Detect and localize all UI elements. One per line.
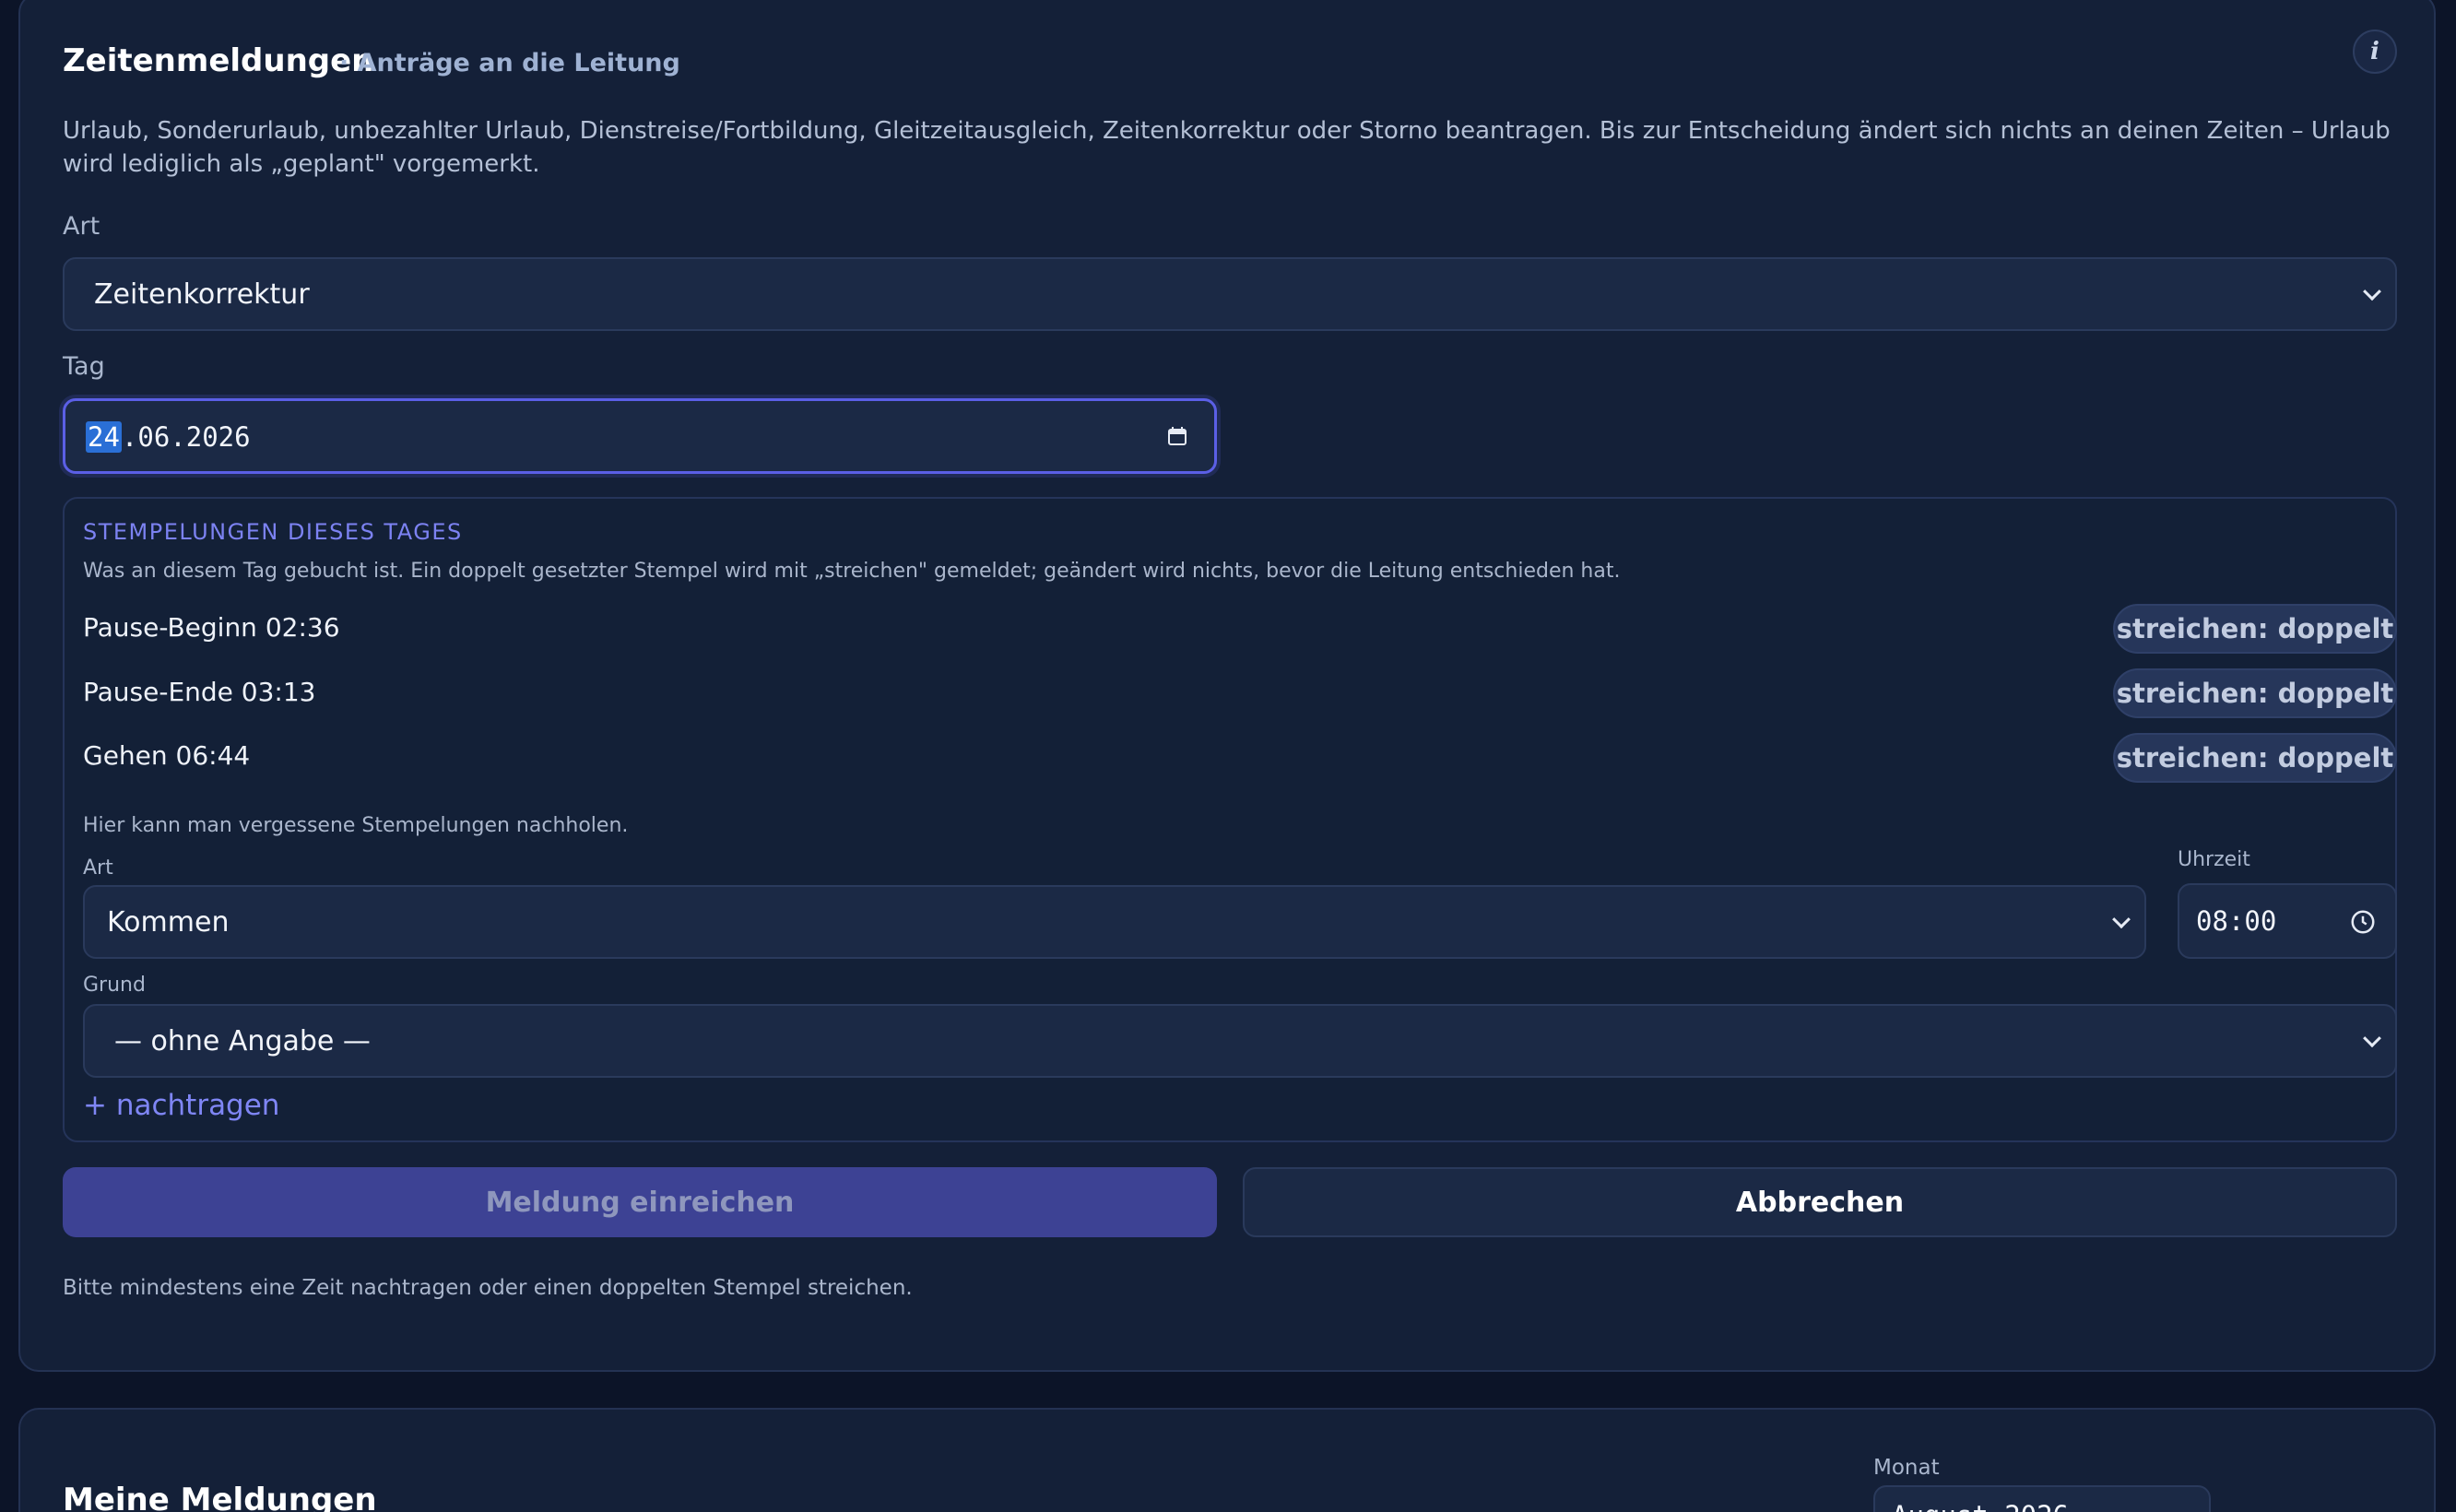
card-subtitle: · Anträge an die Leitung	[339, 49, 680, 77]
chevron-down-icon	[2363, 282, 2381, 301]
tag-label: Tag	[63, 352, 105, 381]
grund-label: Grund	[83, 974, 146, 997]
art-select[interactable]: Zeitenkorrektur	[63, 257, 2397, 331]
stamp-item: Pause-Beginn 02:36	[83, 612, 340, 643]
date-rest-segment: .06.2026	[121, 421, 251, 453]
date-input[interactable]: 24.06.2026	[63, 398, 1217, 474]
month-input[interactable]: August 2026	[1873, 1485, 2211, 1512]
strike-duplicate-button[interactable]: streichen: doppelt	[2113, 604, 2397, 654]
info-icon[interactable]: i	[2353, 30, 2397, 74]
time-label: Uhrzeit	[2178, 848, 2250, 871]
card-title: Zeitenmeldungen	[63, 42, 374, 79]
time-input[interactable]: 08:00	[2178, 883, 2397, 959]
art-label: Art	[63, 212, 100, 241]
strike-duplicate-button[interactable]: streichen: doppelt	[2113, 668, 2397, 718]
grund-select-value: — ohne Angabe —	[114, 1024, 371, 1057]
stamps-explanation: Was an diesem Tag gebucht ist. Ein doppe…	[83, 560, 1621, 583]
my-reports-title: Meine Meldungen	[63, 1482, 377, 1512]
validation-hint: Bitte mindestens eine Zeit nachtragen od…	[63, 1276, 913, 1300]
my-reports-card: Meine Meldungen Monat August 2026	[18, 1408, 2436, 1512]
add-art-label: Art	[83, 856, 113, 880]
date-day-segment[interactable]: 24	[86, 421, 122, 453]
stamp-item: Pause-Ende 03:13	[83, 677, 316, 707]
calendar-icon[interactable]	[1166, 425, 1188, 447]
month-input-value: August 2026	[1892, 1500, 2069, 1512]
cancel-button[interactable]: Abbrechen	[1243, 1167, 2397, 1237]
add-stamp-hint: Hier kann man vergessene Stempelungen na…	[83, 814, 629, 837]
time-report-card: Zeitenmeldungen · Anträge an die Leitung…	[18, 0, 2436, 1372]
stamps-panel: STEMPELUNGEN DIESES TAGES Was an diesem …	[63, 497, 2397, 1142]
month-label: Monat	[1873, 1456, 1940, 1480]
submit-button[interactable]: Meldung einreichen	[63, 1167, 1217, 1237]
clock-icon[interactable]	[2349, 908, 2377, 936]
stamps-heading: STEMPELUNGEN DIESES TAGES	[83, 519, 463, 545]
grund-select[interactable]: — ohne Angabe —	[83, 1004, 2397, 1078]
chevron-down-icon	[2363, 1029, 2381, 1048]
chevron-down-icon	[2112, 910, 2131, 929]
strike-duplicate-button[interactable]: streichen: doppelt	[2113, 733, 2397, 783]
card-description: Urlaub, Sonderurlaub, unbezahlter Urlaub…	[63, 117, 2391, 178]
time-input-value: 08:00	[2196, 905, 2277, 937]
stamp-item: Gehen 06:44	[83, 740, 251, 771]
add-art-select[interactable]: Kommen	[83, 885, 2146, 959]
add-art-select-value: Kommen	[107, 905, 230, 939]
date-input-value: 24.06.2026	[86, 421, 251, 453]
add-stamp-link[interactable]: + nachtragen	[83, 1089, 279, 1122]
art-select-value: Zeitenkorrektur	[94, 278, 310, 311]
